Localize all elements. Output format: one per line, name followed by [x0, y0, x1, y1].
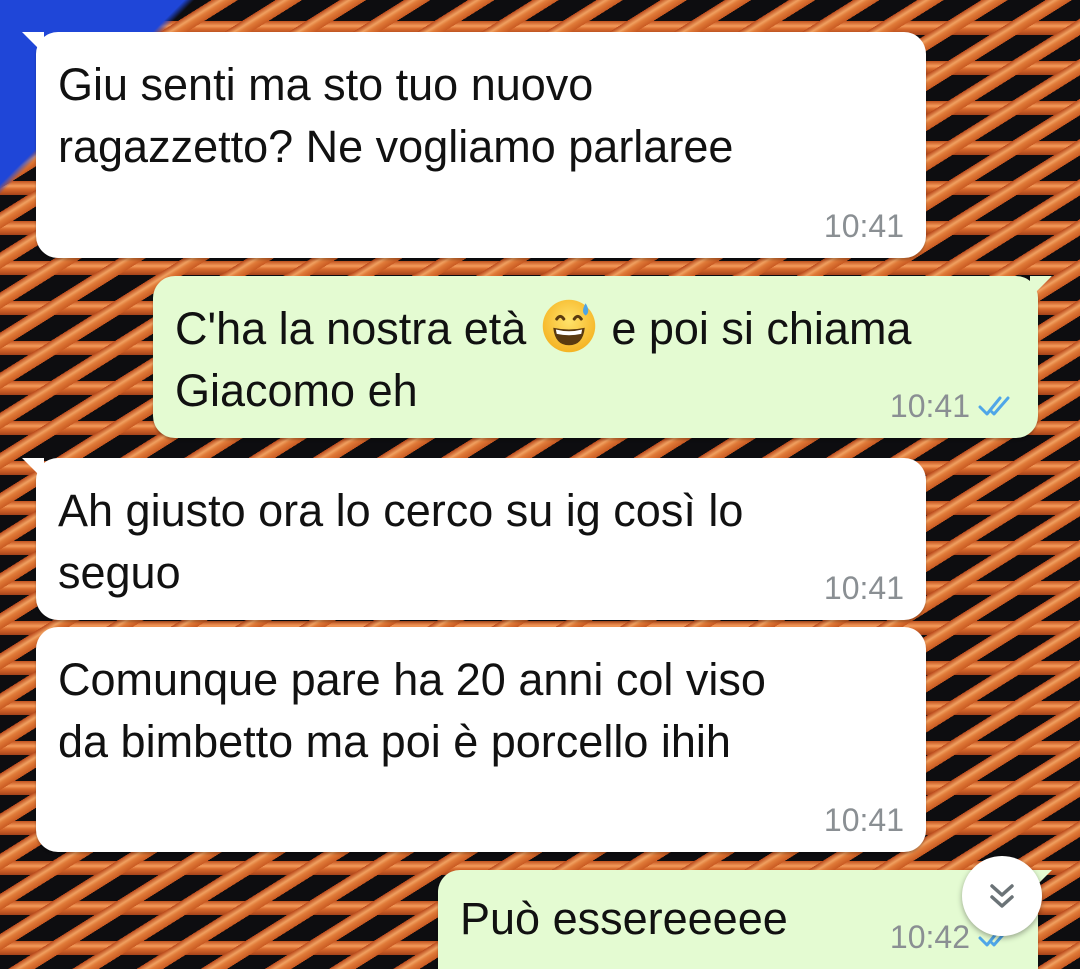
message-text: Comunque pare ha 20 anni col viso da bim…: [58, 654, 766, 767]
message-bubble-outgoing[interactable]: C'ha la nostra età e poi si chiama Giaco…: [153, 276, 1052, 438]
message-text: Ah giusto ora lo cerco su ig così lo seg…: [58, 485, 744, 598]
message-bubble-incoming[interactable]: Comunque pare ha 20 anni col viso da bim…: [36, 627, 926, 852]
message-bubble-incoming[interactable]: Ah giusto ora lo cerco su ig così lo seg…: [22, 458, 926, 620]
message-timestamp: 10:41: [823, 802, 904, 838]
double-chevron-down-icon: [990, 884, 1014, 908]
scroll-to-bottom-button[interactable]: [962, 856, 1042, 936]
message-text: Giu senti ma sto tuo nuovo ragazzetto? N…: [58, 59, 734, 172]
message-timestamp: 10:41: [823, 570, 904, 606]
bubble-tail: [22, 32, 44, 54]
message-timestamp: 10:42: [889, 919, 970, 955]
grinning-face-with-sweat-icon: [542, 299, 596, 353]
message-meta: 10:41: [824, 208, 904, 244]
message-meta: 10:41: [824, 802, 904, 838]
message-meta: 10:41: [890, 388, 1016, 424]
message-timestamp: 10:41: [823, 208, 904, 244]
message-bubble-outgoing[interactable]: Può essereeeee 10:42: [438, 870, 1052, 969]
message-bubble-incoming[interactable]: Giu senti ma sto tuo nuovo ragazzetto? N…: [22, 32, 926, 258]
bubble-tail: [1030, 276, 1052, 298]
double-check-read-icon: [978, 394, 1016, 418]
message-text-part: C'ha la nostra età: [175, 303, 539, 354]
bubble-tail: [22, 458, 44, 480]
message-timestamp: 10:41: [889, 388, 970, 424]
message-meta: 10:41: [824, 570, 904, 606]
